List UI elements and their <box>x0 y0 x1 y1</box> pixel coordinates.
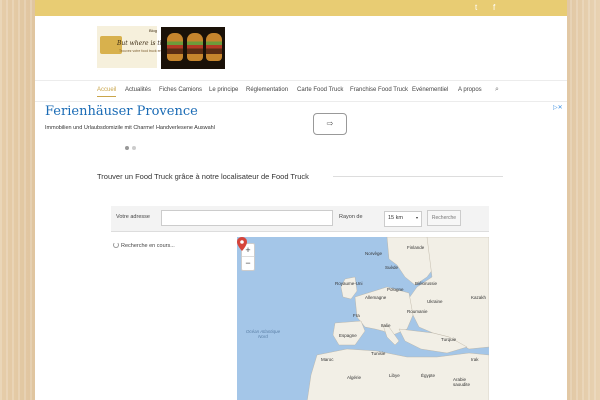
map-label: Turquie <box>441 337 457 342</box>
title-divider <box>333 176 503 177</box>
locator-title: Trouver un Food Truck grâce à notre loca… <box>97 172 309 181</box>
map-land <box>307 237 489 400</box>
map-label: Tunisie <box>371 351 386 356</box>
map-label: Biélorussie <box>415 281 438 286</box>
ad-dot[interactable] <box>132 146 136 150</box>
ad-title[interactable]: Ferienhäuser Provence <box>45 104 198 119</box>
ad-pagination <box>125 137 139 155</box>
map-marker-icon[interactable] <box>237 237 247 251</box>
map-label: Maroc <box>321 357 334 362</box>
radius-label: Rayon de <box>339 214 363 220</box>
nav-item-reglementation[interactable]: Réglementation <box>246 87 288 93</box>
nav-item-franchise-food-truck[interactable]: Franchise Food Truck <box>350 87 408 93</box>
ad-close-icon[interactable]: ▷✕ <box>553 104 563 111</box>
map-label: Allemagne <box>365 295 387 300</box>
map-label: Égypte <box>421 373 436 378</box>
site-header: But where is the truck ? Trouvez votre f… <box>35 16 567 80</box>
nav-item-accueil[interactable]: Accueil <box>97 87 117 97</box>
ad-open-button[interactable]: ⇨ <box>313 113 347 135</box>
nav-item-evenementiel[interactable]: Evénementiel <box>412 87 448 93</box>
header-burger-photo <box>161 27 225 69</box>
loading-text: Recherche en cours... <box>121 243 175 249</box>
burger-image <box>187 33 203 61</box>
map-label: Finlande <box>407 245 425 250</box>
results-panel: Recherche en cours... <box>111 237 239 400</box>
map-label: Suède <box>385 265 399 270</box>
radius-value: 15 km <box>388 215 403 221</box>
radius-select[interactable]: 15 km ▾ <box>384 211 422 227</box>
map-label: Kazakh <box>471 295 487 300</box>
address-input[interactable] <box>161 210 333 226</box>
map-label: Fra <box>353 313 360 318</box>
map-label: Espagne <box>339 333 357 338</box>
map-label: Ukraine <box>427 299 443 304</box>
map-label: Royaume-Uni <box>335 281 363 286</box>
map-label: Océan Atlantique Nord <box>245 329 281 339</box>
map-label: Norvège <box>365 251 383 256</box>
twitter-icon[interactable]: t <box>475 3 477 12</box>
chevron-down-icon: ▾ <box>415 215 418 220</box>
search-icon[interactable]: ⌕ <box>495 86 499 94</box>
map-label: Libye <box>389 373 400 378</box>
map-label: Algérie <box>347 375 362 380</box>
search-button[interactable]: Recherche <box>427 210 461 226</box>
map-label: Irak <box>471 357 479 362</box>
facebook-icon[interactable]: f <box>493 3 495 12</box>
map-label: Roumanie <box>407 309 428 314</box>
nav-item-fiches-camions[interactable]: Fiches Camions <box>159 87 202 93</box>
page: t f But where is the truck ? Trouvez vot… <box>35 0 567 400</box>
spinner-icon <box>113 242 119 248</box>
burger-image <box>206 33 222 61</box>
nav-item-a-propos[interactable]: A propos <box>458 87 482 93</box>
burger-image <box>167 33 183 61</box>
top-bar: t f <box>35 0 567 16</box>
advertisement[interactable]: Ferienhäuser Provence Immobilien und Url… <box>45 104 563 150</box>
locator-form: Votre adresse Rayon de 15 km ▾ Recherche <box>111 206 489 232</box>
ad-description: Immobilien und Urlaubsdomizile mit Charm… <box>45 125 215 131</box>
main-nav: Accueil Actualités Fiches Camions Le pri… <box>35 80 567 102</box>
zoom-out-button[interactable]: − <box>242 257 254 270</box>
ad-dot[interactable] <box>125 146 129 150</box>
nav-item-carte-food-truck[interactable]: Carte Food Truck <box>297 87 343 93</box>
nav-item-le-principe[interactable]: Le principe <box>209 87 238 93</box>
site-logo[interactable]: But where is the truck ? Trouvez votre f… <box>97 26 190 68</box>
map-label: Pologne <box>387 287 404 292</box>
nav-item-actualites[interactable]: Actualités <box>125 87 151 93</box>
logo-badge: Blog <box>149 28 158 33</box>
address-label: Votre adresse <box>116 214 150 220</box>
map-label: Arabie saoudite <box>453 377 471 387</box>
map-label: Italie <box>381 323 391 328</box>
map-view[interactable]: + − Finlande Norvège Suède Royaume-Uni B… <box>237 237 489 400</box>
